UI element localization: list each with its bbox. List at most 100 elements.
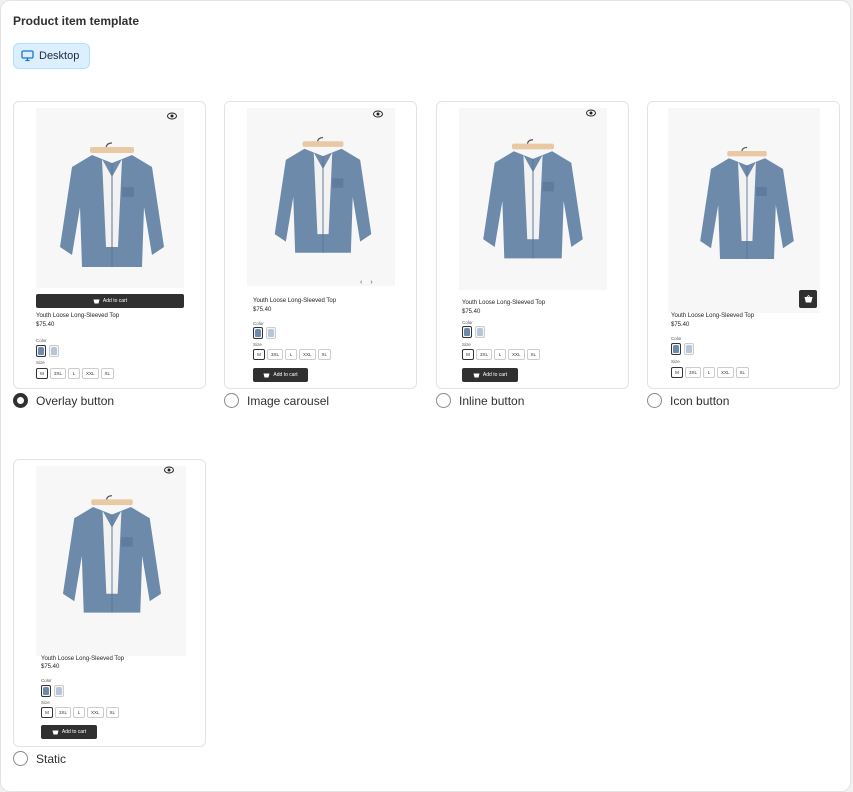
size-options: M 3XL L XXL XL bbox=[36, 368, 115, 379]
eye-icon[interactable] bbox=[586, 109, 596, 117]
option-inline-button[interactable]: Youth Loose Long-Sleeved Top $75.40 Colo… bbox=[436, 101, 629, 408]
size-option[interactable]: XL bbox=[100, 368, 115, 379]
template-preview-card[interactable]: Youth Loose Long-Sleeved Top $75.40 Colo… bbox=[436, 101, 629, 389]
size-options: M 3XL L XXL XL bbox=[462, 349, 541, 360]
product-shirt-image bbox=[483, 139, 583, 259]
option-overlay-button[interactable]: Add to cart Youth Loose Long-Sleeved Top… bbox=[13, 101, 206, 408]
eye-icon[interactable] bbox=[164, 466, 174, 474]
color-swatch[interactable] bbox=[49, 345, 59, 357]
size-option[interactable]: XL bbox=[526, 349, 541, 360]
size-label: Size bbox=[41, 700, 50, 705]
color-label: Color bbox=[253, 321, 264, 326]
option-icon-button[interactable]: Youth Loose Long-Sleeved Top $75.40 Colo… bbox=[647, 101, 840, 408]
size-option[interactable]: XL bbox=[735, 367, 750, 378]
product-price: $75.40 bbox=[36, 322, 55, 328]
color-swatch[interactable] bbox=[671, 343, 681, 355]
cart-icon bbox=[263, 373, 270, 378]
cart-icon bbox=[804, 295, 812, 303]
color-label: Color bbox=[41, 678, 52, 683]
device-toggle-desktop[interactable]: Desktop bbox=[13, 43, 90, 69]
option-radio-row[interactable]: Static bbox=[13, 751, 66, 766]
color-swatch[interactable] bbox=[684, 343, 694, 355]
product-shirt-image bbox=[700, 146, 794, 259]
color-swatches bbox=[462, 326, 485, 338]
add-to-cart-label: Add to cart bbox=[482, 372, 508, 378]
radio-button[interactable] bbox=[436, 393, 451, 408]
size-option[interactable]: 3XL bbox=[476, 349, 493, 360]
color-swatch[interactable] bbox=[462, 326, 472, 338]
color-swatch[interactable] bbox=[36, 345, 46, 357]
eye-icon[interactable] bbox=[167, 112, 177, 120]
color-swatch[interactable] bbox=[475, 326, 485, 338]
option-radio-row[interactable]: Inline button bbox=[436, 393, 524, 408]
device-label: Desktop bbox=[39, 50, 80, 62]
size-option[interactable]: L bbox=[494, 349, 507, 360]
size-option[interactable]: M bbox=[253, 349, 265, 360]
size-option[interactable]: L bbox=[285, 349, 298, 360]
size-option[interactable]: L bbox=[703, 367, 716, 378]
option-label: Icon button bbox=[670, 393, 730, 408]
add-to-cart-button[interactable]: Add to cart bbox=[253, 368, 308, 382]
product-shirt-image bbox=[62, 495, 162, 613]
size-option[interactable]: 3XL bbox=[685, 367, 702, 378]
template-preview-card[interactable]: Youth Loose Long-Sleeved Top $75.40 Colo… bbox=[647, 101, 840, 389]
add-to-cart-button[interactable]: Add to cart bbox=[36, 294, 184, 308]
option-label: Image carousel bbox=[247, 393, 330, 408]
option-radio-row[interactable]: Image carousel bbox=[224, 393, 329, 408]
radio-button[interactable] bbox=[647, 393, 662, 408]
option-label: Overlay button bbox=[36, 393, 115, 408]
color-swatch[interactable] bbox=[54, 685, 64, 697]
color-swatches bbox=[671, 343, 694, 355]
product-price: $75.40 bbox=[41, 664, 60, 670]
add-to-cart-icon-button[interactable] bbox=[799, 290, 817, 308]
size-option[interactable]: 3XL bbox=[267, 349, 284, 360]
template-preview-card[interactable]: ‹ › Youth Loose Long-Sleeved Top $75.40 … bbox=[224, 101, 417, 389]
option-static[interactable]: Youth Loose Long-Sleeved Top $75.40 Colo… bbox=[13, 459, 206, 766]
size-option[interactable]: XL bbox=[317, 349, 332, 360]
radio-button[interactable] bbox=[13, 393, 28, 408]
color-swatches bbox=[36, 345, 59, 357]
color-swatch[interactable] bbox=[253, 327, 263, 339]
add-to-cart-label: Add to cart bbox=[102, 298, 128, 304]
color-swatches bbox=[41, 685, 64, 697]
carousel-arrows: ‹ › bbox=[360, 279, 373, 286]
product-shirt-image bbox=[274, 137, 372, 253]
product-price: $75.40 bbox=[671, 322, 690, 328]
radio-button[interactable] bbox=[13, 751, 28, 766]
size-option[interactable]: XXL bbox=[299, 349, 316, 360]
add-to-cart-label: Add to cart bbox=[61, 729, 87, 735]
size-option[interactable]: M bbox=[671, 367, 683, 378]
radio-button[interactable] bbox=[224, 393, 239, 408]
size-option[interactable]: XXL bbox=[87, 707, 104, 718]
color-swatch[interactable] bbox=[266, 327, 276, 339]
size-option[interactable]: XXL bbox=[508, 349, 525, 360]
product-item-template-panel: Product item template Desktop Add to car… bbox=[0, 0, 851, 792]
size-option[interactable]: XL bbox=[105, 707, 120, 718]
size-option[interactable]: XXL bbox=[717, 367, 734, 378]
size-option[interactable]: M bbox=[36, 368, 48, 379]
option-image-carousel[interactable]: ‹ › Youth Loose Long-Sleeved Top $75.40 … bbox=[224, 101, 417, 408]
chevron-left-icon[interactable]: ‹ bbox=[360, 279, 362, 286]
size-option[interactable]: 3XL bbox=[50, 368, 67, 379]
option-label: Inline button bbox=[459, 393, 525, 408]
size-option[interactable]: XXL bbox=[82, 368, 99, 379]
option-radio-row[interactable]: Overlay button bbox=[13, 393, 114, 408]
eye-icon[interactable] bbox=[373, 110, 383, 118]
template-preview-card[interactable]: Add to cart Youth Loose Long-Sleeved Top… bbox=[13, 101, 206, 389]
option-radio-row[interactable]: Icon button bbox=[647, 393, 729, 408]
size-option[interactable]: M bbox=[462, 349, 474, 360]
size-option[interactable]: L bbox=[68, 368, 81, 379]
size-option[interactable]: M bbox=[41, 707, 53, 718]
add-to-cart-button[interactable]: Add to cart bbox=[41, 725, 97, 739]
product-price: $75.40 bbox=[462, 309, 481, 315]
size-option[interactable]: L bbox=[73, 707, 86, 718]
product-title: Youth Loose Long-Sleeved Top bbox=[41, 656, 125, 662]
color-swatch[interactable] bbox=[41, 685, 51, 697]
product-title: Youth Loose Long-Sleeved Top bbox=[462, 300, 546, 306]
template-preview-card[interactable]: Youth Loose Long-Sleeved Top $75.40 Colo… bbox=[13, 459, 206, 747]
add-to-cart-button[interactable]: Add to cart bbox=[462, 368, 518, 382]
chevron-right-icon[interactable]: › bbox=[370, 279, 372, 286]
panel-title: Product item template bbox=[13, 14, 140, 28]
size-option[interactable]: 3XL bbox=[55, 707, 72, 718]
color-label: Color bbox=[36, 338, 47, 343]
